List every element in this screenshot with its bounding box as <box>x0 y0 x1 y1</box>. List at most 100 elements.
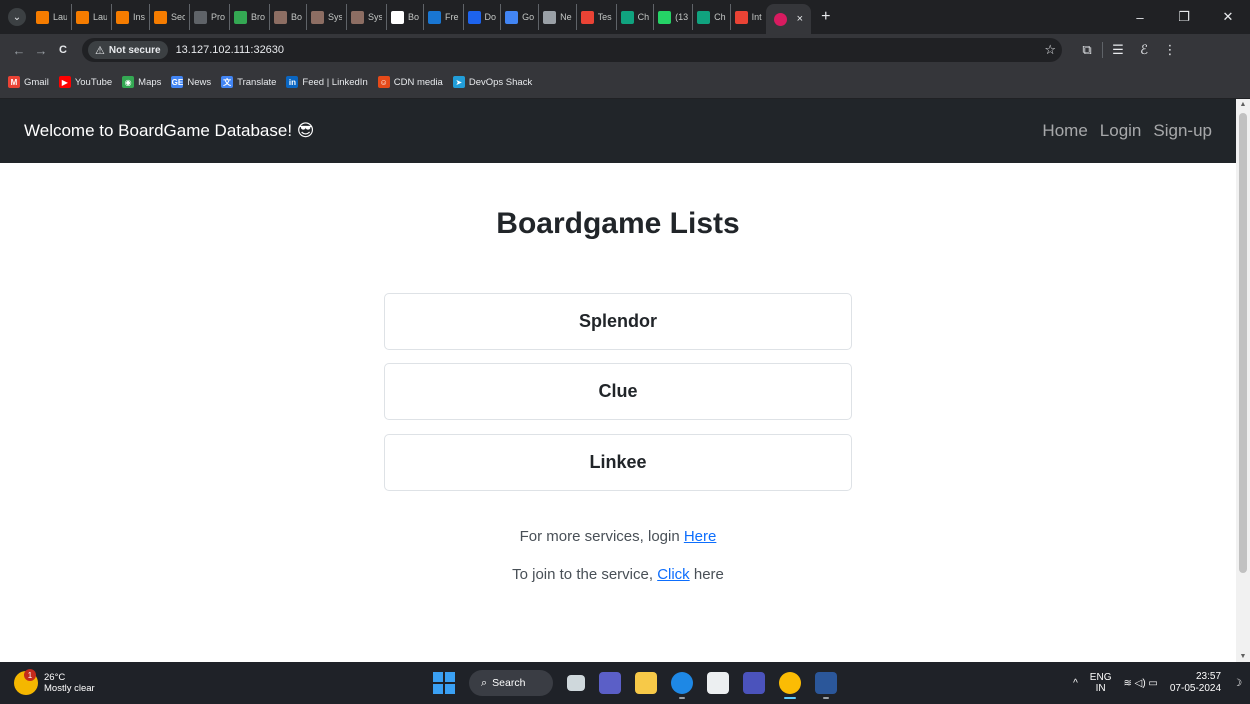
chrome-icon <box>543 10 557 24</box>
teams-work-icon[interactable] <box>743 672 765 694</box>
google-icon <box>505 10 519 24</box>
login-here-link[interactable]: Here <box>684 528 717 545</box>
weather-description: Mostly clear <box>44 683 95 694</box>
remote-desktop-icon[interactable] <box>815 672 837 699</box>
scroll-down-arrow-icon[interactable]: ▼ <box>1236 653 1250 660</box>
nav-link-login[interactable]: Login <box>1100 121 1142 141</box>
browser-tab-title: (13 <box>675 12 689 22</box>
browser-tab[interactable]: Pro <box>189 4 229 30</box>
browser-tab[interactable]: Go <box>500 4 538 30</box>
bookmark-item[interactable]: in Feed | LinkedIn <box>286 76 368 88</box>
boardgame-icon <box>773 12 787 26</box>
back-button[interactable]: ← <box>8 43 30 58</box>
browser-tab[interactable]: Fre <box>423 4 463 30</box>
browser-tab-title: Do <box>484 12 497 22</box>
maps-icon: ◉ <box>122 76 135 88</box>
language-region: IN <box>1095 683 1106 694</box>
network-volume-battery-icons[interactable]: ≋ ◁) ▭ <box>1123 678 1157 689</box>
browser-tab[interactable]: Do <box>462 4 501 30</box>
browser-tab[interactable]: Ins <box>111 4 149 30</box>
minimize-button[interactable]: – <box>1118 10 1162 25</box>
security-chip[interactable]: ⚠ Not secure <box>88 41 168 59</box>
windows-start-icon[interactable] <box>433 672 455 694</box>
notification-icon[interactable]: ☽ <box>1233 678 1242 689</box>
page-title: Boardgame Lists <box>496 207 740 240</box>
restore-button[interactable]: ❐ <box>1162 9 1206 25</box>
browser-tab[interactable]: Sec <box>149 4 189 30</box>
game-card-linkee[interactable]: Linkee <box>384 434 852 491</box>
translate-icon: 文 <box>221 76 234 88</box>
nav-link-signup[interactable]: Sign-up <box>1153 121 1212 141</box>
browser-tab[interactable]: Lau <box>71 4 111 30</box>
browser-tab[interactable]: Ch <box>692 4 730 30</box>
tab-search-chevron-icon[interactable]: ⌄ <box>8 8 26 26</box>
bookmark-item[interactable]: GE News <box>171 76 211 88</box>
windows-taskbar: 1 26°C Mostly clear ⌕ Search ^ ENG IN ≋ … <box>0 662 1250 704</box>
teams-icon[interactable] <box>599 672 621 694</box>
scrollbar-thumb[interactable] <box>1239 113 1247 573</box>
browser-tab[interactable]: Lau <box>32 4 71 30</box>
browser-tab-title: Lau <box>53 12 67 22</box>
browser-tab[interactable]: (13 <box>653 4 692 30</box>
browser-tab[interactable]: Ne <box>538 4 576 30</box>
page-scrollbar[interactable]: ▲ ▼ <box>1236 99 1250 662</box>
bookmark-item[interactable]: ☺ CDN media <box>377 76 443 88</box>
game-card-clue[interactable]: Clue <box>384 363 852 420</box>
window-controls: – ❐ ✕ <box>1118 9 1250 25</box>
browser-tab-title: Ch <box>714 12 726 22</box>
save-icon <box>428 10 442 24</box>
close-tab-icon[interactable]: × <box>797 13 803 25</box>
browser-tab[interactable]: Int <box>729 4 766 30</box>
browser-tab[interactable]: Bo <box>269 4 306 30</box>
profile-icon[interactable]: ℰ <box>1131 42 1157 58</box>
extensions-icon[interactable]: ⧉ <box>1074 42 1100 58</box>
curve-icon <box>194 10 208 24</box>
bookmark-item[interactable]: 文 Translate <box>221 76 276 88</box>
browser-toolbar: ← → C ⚠ Not secure 13.127.102.111:32630 … <box>0 34 1250 66</box>
game-card-splendor[interactable]: Splendor <box>384 293 852 350</box>
task-view-icon[interactable] <box>567 675 585 691</box>
bookmark-item[interactable]: ▶ YouTube <box>58 76 112 88</box>
gmail-icon: M <box>8 76 20 88</box>
browser-menu-icon[interactable]: ⋮ <box>1157 42 1183 58</box>
browser-tab[interactable]: Bro <box>229 4 269 30</box>
edge-icon[interactable] <box>671 672 693 699</box>
address-bar[interactable]: ⚠ Not secure 13.127.102.111:32630 ☆ <box>82 38 1062 62</box>
orange-app-icon <box>36 10 49 24</box>
store-icon[interactable] <box>707 672 729 694</box>
file-explorer-icon[interactable] <box>635 672 657 694</box>
clock-time: 23:57 <box>1196 671 1222 682</box>
language-indicator[interactable]: ENG IN <box>1090 672 1112 694</box>
bookmark-item[interactable]: ➤ DevOps Shack <box>452 76 532 88</box>
tab-list: Lau Lau Ins Sec Pro Bro Bo Sys Sys Bo Fre Do Go Ne Tes… <box>32 0 812 34</box>
chatgpt-icon <box>697 10 711 24</box>
browser-tab-title: Bro <box>251 12 266 22</box>
language-code: ENG <box>1089 672 1112 683</box>
scroll-up-arrow-icon[interactable]: ▲ <box>1236 101 1250 108</box>
close-window-button[interactable]: ✕ <box>1206 9 1250 25</box>
join-click-link[interactable]: Click <box>657 566 690 583</box>
reload-button[interactable]: C <box>52 44 74 56</box>
weather-widget[interactable]: 1 26°C Mostly clear <box>14 669 95 695</box>
url-text[interactable]: 13.127.102.111:32630 <box>176 44 284 56</box>
taskbar-clock[interactable]: 23:57 07-05-2024 <box>1170 671 1221 695</box>
browser-tab[interactable]: Ch <box>615 4 654 30</box>
chrome-taskbar-icon[interactable] <box>779 672 801 699</box>
tray-overflow-icon[interactable]: ^ <box>1073 678 1078 689</box>
bookmark-item[interactable]: ◉ Maps <box>122 76 161 88</box>
login-prompt: For more services, login Here <box>0 528 1236 545</box>
new-tab-button[interactable]: + <box>821 8 830 26</box>
reading-list-icon[interactable]: ☰ <box>1105 42 1131 58</box>
active-browser-tab[interactable]: × <box>765 4 812 34</box>
browser-tab[interactable]: Sys <box>306 4 346 30</box>
site-brand[interactable]: Welcome to BoardGame Database! 😎 <box>24 121 315 141</box>
join-prompt-text: To join to the service, <box>512 566 658 583</box>
taskbar-search[interactable]: ⌕ Search <box>469 670 553 696</box>
browser-tab[interactable]: Tes <box>575 4 616 30</box>
bookmark-star-icon[interactable]: ☆ <box>1044 42 1056 58</box>
browser-tab[interactable]: Bo <box>386 4 423 30</box>
forward-button[interactable]: → <box>30 43 52 58</box>
browser-tab[interactable]: Sys <box>346 4 386 30</box>
bookmark-item[interactable]: M Gmail <box>8 76 49 88</box>
nav-link-home[interactable]: Home <box>1042 121 1087 141</box>
